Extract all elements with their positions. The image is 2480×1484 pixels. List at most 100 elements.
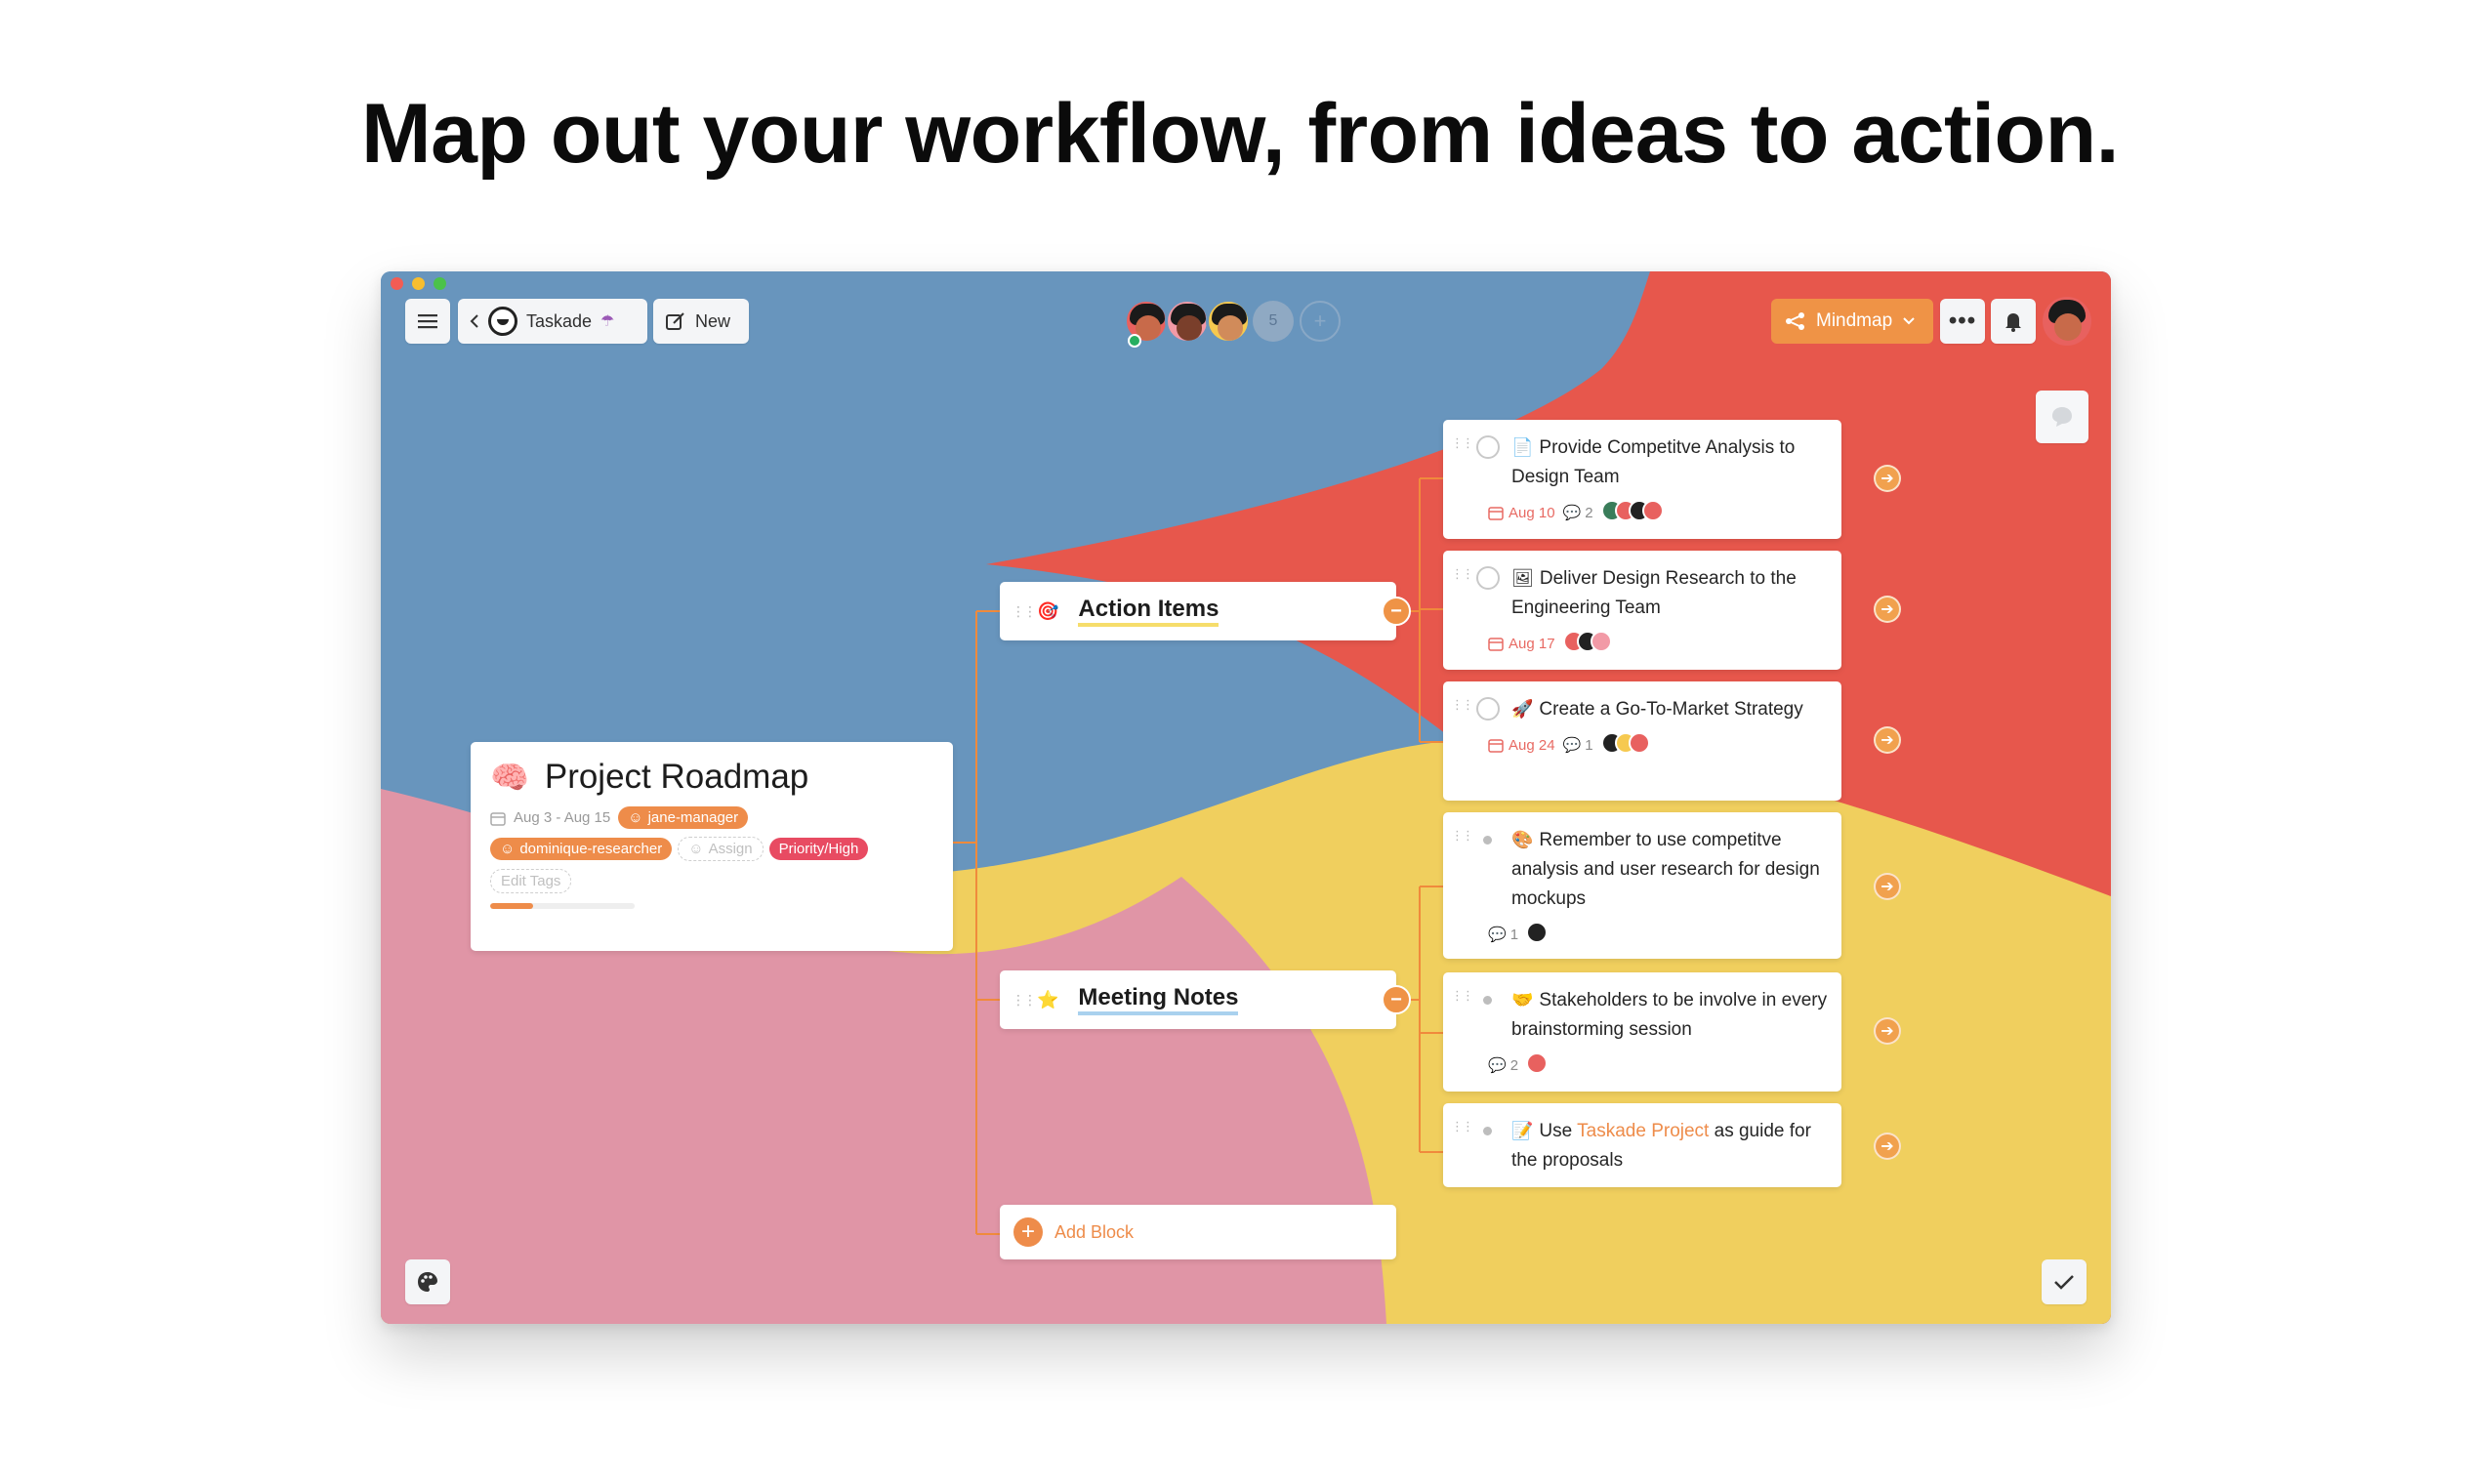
drag-handle-icon[interactable]: ⋮⋮ <box>1451 566 1474 582</box>
view-switcher-button[interactable]: Mindmap <box>1771 299 1933 344</box>
new-label: New <box>695 310 731 331</box>
due-date[interactable]: Aug 24 <box>1488 737 1555 754</box>
task-text: 🖼 Deliver Design Research to the Engineer… <box>1511 568 1797 618</box>
collapse-action-items-button[interactable]: − <box>1382 597 1411 626</box>
note-card[interactable]: ⋮⋮ 📝 Use Taskade Project as guide for the… <box>1443 1103 1841 1187</box>
chevron-left-icon <box>470 314 478 328</box>
comment-icon: 💬 <box>1562 737 1582 754</box>
close-window-button[interactable] <box>391 277 403 290</box>
due-date[interactable]: Aug 10 <box>1488 505 1555 521</box>
plus-icon: + <box>1013 1217 1043 1247</box>
task-checkbox[interactable] <box>1476 697 1500 721</box>
minimize-window-button[interactable] <box>412 277 425 290</box>
collaborator-avatars: 5 + <box>1124 299 1341 344</box>
calendar-icon <box>490 811 506 826</box>
comment-icon: 💬 <box>1488 927 1507 943</box>
add-block-label: Add Block <box>1054 1221 1135 1242</box>
bullet-point <box>1483 996 1492 1005</box>
breadcrumb-label: Taskade <box>526 310 593 331</box>
menu-button[interactable] <box>405 299 450 344</box>
open-task-button[interactable]: ➔ <box>1874 596 1901 623</box>
assign-button[interactable]: ☺ Assign <box>678 837 764 861</box>
notifications-button[interactable] <box>1991 299 2036 344</box>
new-button[interactable]: New <box>653 299 749 344</box>
drag-handle-icon[interactable]: ⋮⋮ <box>1451 988 1474 1004</box>
branch-action-items[interactable]: ⋮⋮ 🎯 Action Items <box>1000 582 1396 640</box>
add-collaborator-button[interactable]: + <box>1300 301 1341 342</box>
task-card[interactable]: ⋮⋮ 🚀 Create a Go-To-Market Strategy Aug 2… <box>1443 681 1841 801</box>
picture-icon: 🖼 <box>1511 568 1534 589</box>
palette-emoji-icon: 🎨 <box>1511 830 1534 850</box>
collaborator-avatar[interactable] <box>1165 299 1210 344</box>
note-text: 🤝 Stakeholders to be involve in every bra… <box>1511 990 1828 1040</box>
calendar-icon <box>1488 739 1504 753</box>
drag-handle-icon[interactable]: ⋮⋮ <box>1451 828 1474 844</box>
note-card[interactable]: ⋮⋮ 🤝 Stakeholders to be involve in every … <box>1443 972 1841 1092</box>
collapse-meeting-notes-button[interactable]: − <box>1382 985 1411 1014</box>
drag-handle-icon[interactable]: ⋮⋮ <box>1451 435 1474 451</box>
comment-count[interactable]: 💬 1 <box>1488 926 1518 944</box>
task-assignees[interactable] <box>1562 631 1612 656</box>
add-block-button[interactable]: + Add Block <box>1000 1205 1396 1259</box>
theme-palette-button[interactable] <box>405 1259 450 1304</box>
memo-icon: 📝 <box>1511 1121 1534 1141</box>
collaborator-count[interactable]: 5 <box>1253 301 1294 342</box>
bullet-point <box>1483 836 1492 845</box>
calendar-icon <box>1488 638 1504 651</box>
drag-handle-icon[interactable]: ⋮⋮ <box>1451 1119 1474 1134</box>
task-checkbox[interactable] <box>1476 566 1500 590</box>
chat-button[interactable] <box>2036 391 2088 443</box>
task-card[interactable]: ⋮⋮ 🖼 Deliver Design Research to the Engin… <box>1443 551 1841 670</box>
edit-tags-button[interactable]: Edit Tags <box>490 869 572 893</box>
assignee-tag[interactable]: ☺ dominique-researcher <box>490 838 673 860</box>
open-task-button[interactable]: ➔ <box>1874 873 1901 900</box>
comment-count[interactable]: 💬 2 <box>1562 504 1593 522</box>
open-task-button[interactable]: ➔ <box>1874 1017 1901 1045</box>
note-card[interactable]: ⋮⋮ 🎨 Remember to use competitve analysis … <box>1443 812 1841 959</box>
app-window: Taskade ☂ New 5 + Mindmap ••• 🧠 Project … <box>381 271 2111 1324</box>
maximize-window-button[interactable] <box>434 277 446 290</box>
priority-tag[interactable]: Priority/High <box>768 838 869 860</box>
comment-icon: 💬 <box>1562 505 1582 521</box>
root-title: Project Roadmap <box>544 758 809 796</box>
branch-meeting-notes[interactable]: ⋮⋮ ⭐ Meeting Notes <box>1000 970 1396 1029</box>
drag-handle-icon[interactable]: ⋮⋮ <box>1451 697 1474 713</box>
task-checkbox[interactable] <box>1476 435 1500 459</box>
open-task-button[interactable]: ➔ <box>1874 726 1901 754</box>
comment-count[interactable]: 💬 1 <box>1562 736 1593 755</box>
task-assignees[interactable] <box>1526 1052 1549 1078</box>
task-assignees[interactable] <box>1600 732 1650 758</box>
project-link[interactable]: Taskade Project <box>1577 1121 1709 1141</box>
drag-handle-icon[interactable]: ⋮⋮ <box>1012 603 1037 620</box>
user-avatar[interactable] <box>2043 297 2091 346</box>
window-controls <box>391 277 446 290</box>
drag-handle-icon[interactable]: ⋮⋮ <box>1012 992 1037 1009</box>
person-icon: ☺ <box>688 841 704 857</box>
chevron-down-icon <box>1903 317 1915 325</box>
open-task-button[interactable]: ➔ <box>1874 465 1901 492</box>
open-task-button[interactable]: ➔ <box>1874 1133 1901 1160</box>
compose-icon <box>666 312 684 330</box>
root-node-card[interactable]: 🧠 Project Roadmap Aug 3 - Aug 15 ☺ jane-… <box>471 742 953 951</box>
view-label: Mindmap <box>1816 310 1893 331</box>
ellipsis-icon: ••• <box>1948 308 1977 334</box>
task-card[interactable]: ⋮⋮ 📄 Provide Competitve Analysis to Desig… <box>1443 420 1841 539</box>
due-date[interactable]: Aug 17 <box>1488 636 1555 652</box>
progress-bar <box>490 903 635 909</box>
taskade-logo-icon <box>488 307 517 336</box>
assignee-tag[interactable]: ☺ jane-manager <box>618 806 749 829</box>
comment-count[interactable]: 💬 2 <box>1488 1056 1518 1075</box>
breadcrumb-button[interactable]: Taskade ☂ <box>458 299 647 344</box>
task-assignees[interactable] <box>1600 500 1664 525</box>
bell-icon <box>2005 313 2021 332</box>
note-text: 📝 Use Taskade Project as guide for the pr… <box>1511 1121 1811 1171</box>
task-assignees[interactable] <box>1526 922 1549 947</box>
person-icon: ☺ <box>628 809 643 826</box>
collaborator-avatar[interactable] <box>1206 299 1251 344</box>
complete-button[interactable] <box>2042 1259 2087 1304</box>
root-dates[interactable]: Aug 3 - Aug 15 <box>514 809 610 826</box>
more-options-button[interactable]: ••• <box>1940 299 1985 344</box>
bullet-point <box>1483 1127 1492 1135</box>
hamburger-icon <box>418 314 437 329</box>
rocket-icon: 🚀 <box>1511 699 1534 720</box>
